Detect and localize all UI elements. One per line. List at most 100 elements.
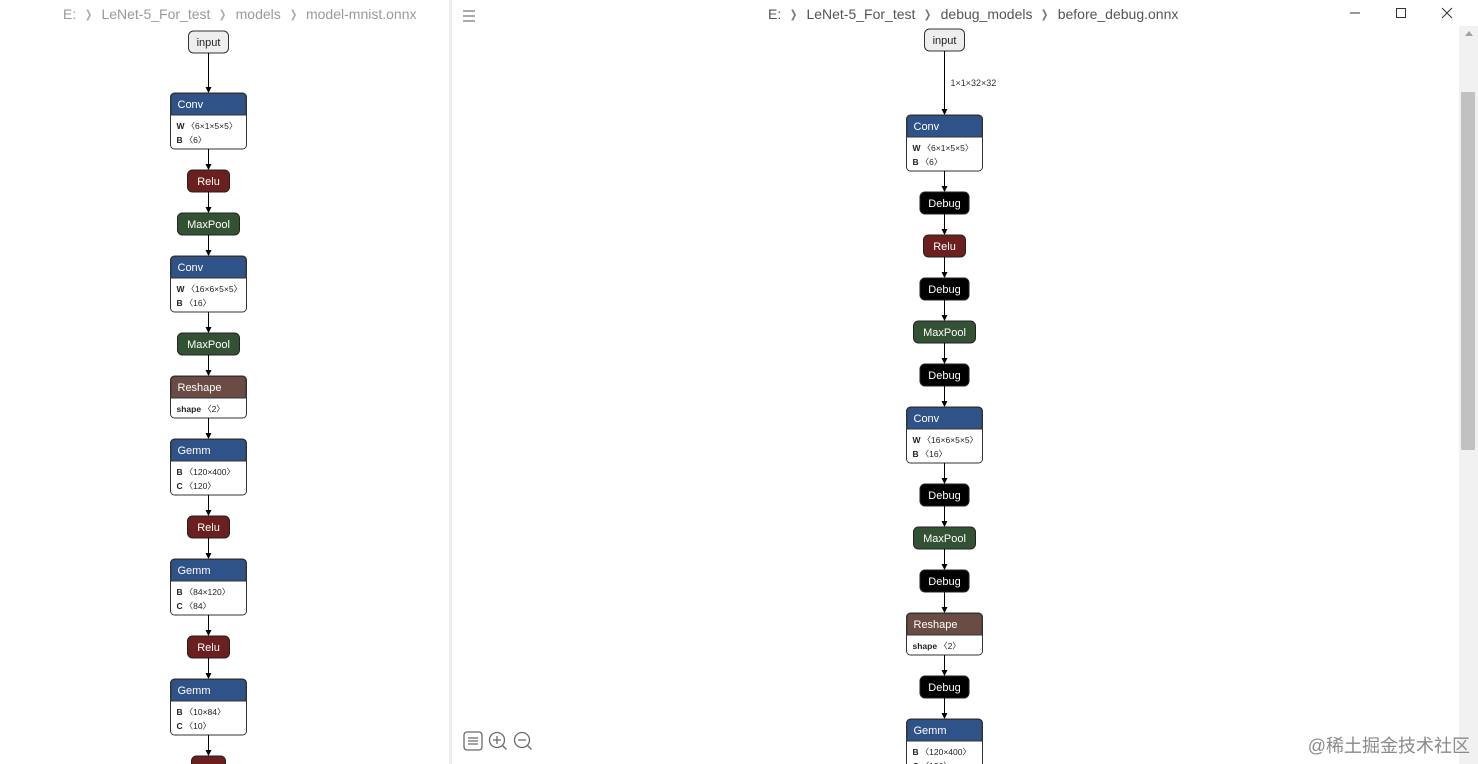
attribute-value: 〈6×1×5×5〉 — [923, 143, 974, 153]
edge-arrow — [205, 370, 212, 376]
edge-arrow — [941, 186, 948, 192]
node-label: Gemm — [178, 685, 211, 697]
relu-node[interactable]: Relu — [187, 169, 230, 193]
node-label: Relu — [197, 176, 220, 188]
attribute-name: C — [177, 601, 183, 611]
node-label: Gemm — [178, 445, 211, 457]
gemm-node[interactable]: Gemm B〈120×400〉 C〈120〉 — [170, 438, 247, 496]
edge-arrow — [941, 401, 948, 407]
node-attribute: B 〈16〉 — [177, 298, 212, 308]
scrollbar-thumb[interactable] — [1461, 92, 1475, 450]
attribute-name: B — [913, 157, 919, 167]
node-label: Relu — [197, 522, 220, 534]
maxpool-node[interactable]: MaxPool — [913, 526, 976, 550]
maxpool-node[interactable]: MaxPool — [913, 320, 976, 344]
attribute-name: W — [913, 143, 922, 153]
debug-node[interactable]: Debug — [919, 363, 970, 387]
node-attribute: shape 〈2〉 — [177, 404, 225, 414]
node-attribute: W 〈16×6×5×5〉 — [913, 435, 979, 445]
node-label: Conv — [178, 99, 204, 111]
attribute-value: 〈6〉 — [921, 157, 943, 167]
attribute-value: 〈16×6×5×5〉 — [187, 284, 243, 294]
edge-arrow — [205, 250, 212, 256]
maxpool-node[interactable]: MaxPool — [177, 212, 240, 236]
node-label: Conv — [914, 413, 940, 425]
model-graph: inputConvW 〈6×1×5×5〉B 〈6〉ReluMaxPoolConvW 〈… — [170, 30, 247, 764]
edge-arrow — [205, 164, 212, 170]
edge-arrow — [941, 521, 948, 527]
node-label: MaxPool — [187, 219, 230, 231]
zoom-out-icon[interactable] — [512, 730, 534, 752]
debug-node[interactable]: Debug — [919, 483, 970, 507]
node-label: Reshape — [178, 382, 222, 394]
node-label: Gemm — [178, 565, 211, 577]
gemm-node[interactable]: GemmB〈120×400〉C〈120〉 — [906, 718, 983, 764]
relu-node[interactable]: Relu — [187, 515, 230, 539]
attribute-name: B — [177, 707, 183, 717]
relu-node[interactable]: Relu — [187, 635, 230, 659]
attribute-value: 〈10〉 — [185, 721, 211, 731]
attribute-value: 〈10×84〉 — [185, 707, 226, 717]
attribute-name: B — [177, 587, 183, 597]
node-attribute: B 〈6〉 — [177, 135, 207, 145]
edge-arrow — [941, 358, 948, 364]
attribute-name: shape — [177, 404, 202, 414]
node-attribute: B 〈120×400〉 — [177, 467, 235, 477]
edge-arrow — [205, 673, 212, 679]
attribute-value: 〈84〉 — [185, 601, 211, 611]
node-attribute: shape 〈2〉 — [913, 641, 961, 651]
debug-node[interactable]: Debug — [919, 191, 970, 215]
reshape-node[interactable]: Reshape shape 〈2〉 — [170, 375, 247, 419]
list-icon[interactable] — [462, 730, 484, 752]
attribute-value: 〈84×120〉 — [185, 587, 231, 597]
attribute-value: 〈120×400〉 — [921, 747, 971, 757]
attribute-value: 〈120〉 — [185, 481, 216, 491]
attribute-value: 〈6〉 — [185, 135, 207, 145]
debug-node[interactable]: Debug — [919, 569, 970, 593]
watermark: @稀土掘金技术社区 — [1307, 736, 1470, 756]
edge-arrow — [941, 564, 948, 570]
vertical-scrollbar[interactable] — [1459, 26, 1478, 764]
edge-arrow — [205, 510, 212, 516]
scroll-up-icon[interactable] — [1459, 26, 1478, 40]
edge-arrow — [941, 607, 948, 613]
node-attribute: C 〈10〉 — [177, 721, 212, 731]
node-label: Debug — [928, 284, 960, 296]
conv-node[interactable]: Conv W 〈6×1×5×5〉 B 〈6〉 — [170, 92, 247, 150]
node-attribute: B 〈120×400〉 — [913, 747, 971, 757]
attribute-value: 〈16×6×5×5〉 — [923, 435, 979, 445]
node-attribute: B 〈84×120〉 — [177, 587, 231, 597]
attribute-name: C — [177, 481, 183, 491]
gemm-node[interactable]: Gemm B 〈10×84〉 C 〈10〉 — [170, 678, 247, 736]
attribute-name: B — [177, 467, 183, 477]
attribute-name: B — [913, 747, 919, 757]
attribute-name: B — [913, 449, 919, 459]
attribute-name: W — [913, 435, 922, 445]
input-node[interactable]: input — [924, 28, 965, 52]
model-graph: input1×1×32×32ConvW 〈6×1×5×5〉B 〈6〉DebugRel… — [906, 28, 996, 764]
edge-arrow — [205, 750, 212, 756]
conv-node[interactable]: Conv W 〈16×6×5×5〉 B 〈16〉 — [906, 406, 983, 464]
right-model-pane: E: ❯ LeNet-5_For_test ❯ debug_models ❯ b… — [452, 0, 1478, 764]
debug-node[interactable]: Debug — [919, 675, 970, 699]
node-attribute: C〈120〉 — [177, 481, 216, 491]
reshape-node[interactable]: Reshape shape 〈2〉 — [906, 612, 983, 656]
node[interactable] — [191, 755, 226, 764]
zoom-in-icon[interactable] — [487, 730, 509, 752]
conv-node[interactable]: Conv W 〈6×1×5×5〉 B 〈6〉 — [906, 114, 983, 172]
edge-arrow — [205, 630, 212, 636]
node-label: Debug — [928, 682, 960, 694]
edge-arrow — [941, 229, 948, 235]
node-attribute: B 〈10×84〉 — [177, 707, 226, 717]
node-label: input — [933, 35, 957, 47]
maxpool-node[interactable]: MaxPool — [177, 332, 240, 356]
attribute-value: 〈16〉 — [921, 449, 947, 459]
input-node[interactable]: input — [188, 30, 229, 54]
debug-node[interactable]: Debug — [919, 277, 970, 301]
edge-arrow — [205, 87, 212, 93]
attribute-name: W — [177, 284, 186, 294]
conv-node[interactable]: Conv W 〈16×6×5×5〉 B 〈16〉 — [170, 255, 247, 313]
node-label: Relu — [933, 241, 956, 253]
gemm-node[interactable]: GemmB 〈84×120〉C 〈84〉 — [170, 558, 247, 616]
relu-node[interactable]: Relu — [923, 234, 966, 258]
